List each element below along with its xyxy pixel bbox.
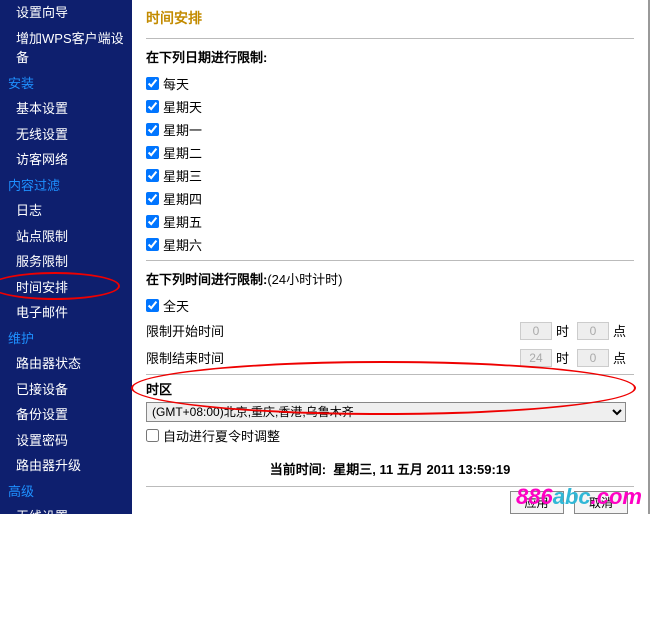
panel-title: 时间安排 [132,0,648,38]
sidebar-item-lan-ip[interactable]: 局域网IP设置 [0,606,132,632]
label-tuesday: 星期二 [163,143,202,162]
label-saturday: 星期六 [163,235,202,254]
hour-unit: 时 [556,321,569,340]
label-sunday: 星期天 [163,97,202,116]
checkbox-everyday[interactable] [146,77,159,90]
sidebar-item-upgrade[interactable]: 路由器升级 [0,453,132,479]
end-min-input[interactable] [577,349,609,367]
checkbox-sunday[interactable] [146,100,159,113]
sidebar-item-adv-wireless[interactable]: 无线设置 [0,504,132,530]
sidebar-item-attached[interactable]: 已接设备 [0,377,132,403]
sidebar-item-password[interactable]: 设置密码 [0,428,132,454]
label-dst: 自动进行夏令时调整 [163,426,280,445]
sidebar-item-site-limit[interactable]: 站点限制 [0,224,132,250]
start-hour-input[interactable] [520,322,552,340]
sidebar-item-log[interactable]: 日志 [0,198,132,224]
label-friday: 星期五 [163,212,202,231]
sidebar-item-guest[interactable]: 访客网络 [0,147,132,173]
checkbox-tuesday[interactable] [146,146,159,159]
label-allday: 全天 [163,296,189,315]
sidebar-item-service-limit[interactable]: 服务限制 [0,249,132,275]
checkbox-wednesday[interactable] [146,169,159,182]
label-thursday: 星期四 [163,189,202,208]
sidebar-item-router-status[interactable]: 路由器状态 [0,351,132,377]
checkbox-friday[interactable] [146,215,159,228]
label-everyday: 每天 [163,74,189,93]
main-panel: 时间安排 在下列日期进行限制: 每天 星期天 星期一 星期二 星期三 星期四 星… [132,0,650,514]
timezone-label: 时区 [146,377,634,402]
sidebar-item-wan[interactable]: WAN设置 [0,581,132,607]
sidebar: 设置向导 增加WPS客户端设备 安装 基本设置 无线设置 访客网络 内容过滤 日… [0,0,132,514]
checkbox-dst[interactable] [146,429,159,442]
label-monday: 星期一 [163,120,202,139]
sidebar-item-wireless[interactable]: 无线设置 [0,122,132,148]
end-hour-input[interactable] [520,349,552,367]
sidebar-header-maintenance: 维护 [0,326,132,352]
checkbox-thursday[interactable] [146,192,159,205]
sidebar-header-filter: 内容过滤 [0,173,132,199]
start-min-input[interactable] [577,322,609,340]
hour-unit2: 时 [556,348,569,367]
sidebar-item-email[interactable]: 电子邮件 [0,300,132,326]
min-unit2: 点 [613,348,626,367]
end-time-label: 限制结束时间 [146,348,256,367]
sidebar-item-backup[interactable]: 备份设置 [0,402,132,428]
timezone-select[interactable]: (GMT+08:00)北京,重庆,香港,乌鲁木齐 [146,402,626,422]
sidebar-item-wizard[interactable]: 设置向导 [0,0,132,26]
current-time: 当前时间: 星期三, 11 五月 2011 13:59:19 [146,449,634,486]
checkbox-allday[interactable] [146,299,159,312]
sidebar-item-schedule[interactable]: 时间安排 [0,275,132,301]
label-wednesday: 星期三 [163,166,202,185]
sidebar-header-install: 安装 [0,71,132,97]
sidebar-item-port-forward[interactable]: 端口映射/端口触发 [0,555,132,581]
start-time-label: 限制开始时间 [146,321,256,340]
sidebar-item-basic[interactable]: 基本设置 [0,96,132,122]
sidebar-item-repeater[interactable]: 无线中继功能 [0,530,132,556]
min-unit: 点 [613,321,626,340]
cancel-button[interactable]: 取消 [574,491,628,514]
checkbox-monday[interactable] [146,123,159,136]
sidebar-header-advanced: 高级 [0,479,132,505]
checkbox-saturday[interactable] [146,238,159,251]
time-section-label: 在下列时间进行限制:(24小时计时) [146,261,634,294]
apply-button[interactable]: 应用 [510,491,564,514]
sidebar-item-wps[interactable]: 增加WPS客户端设备 [0,26,132,71]
date-section-label: 在下列日期进行限制: [146,39,634,72]
